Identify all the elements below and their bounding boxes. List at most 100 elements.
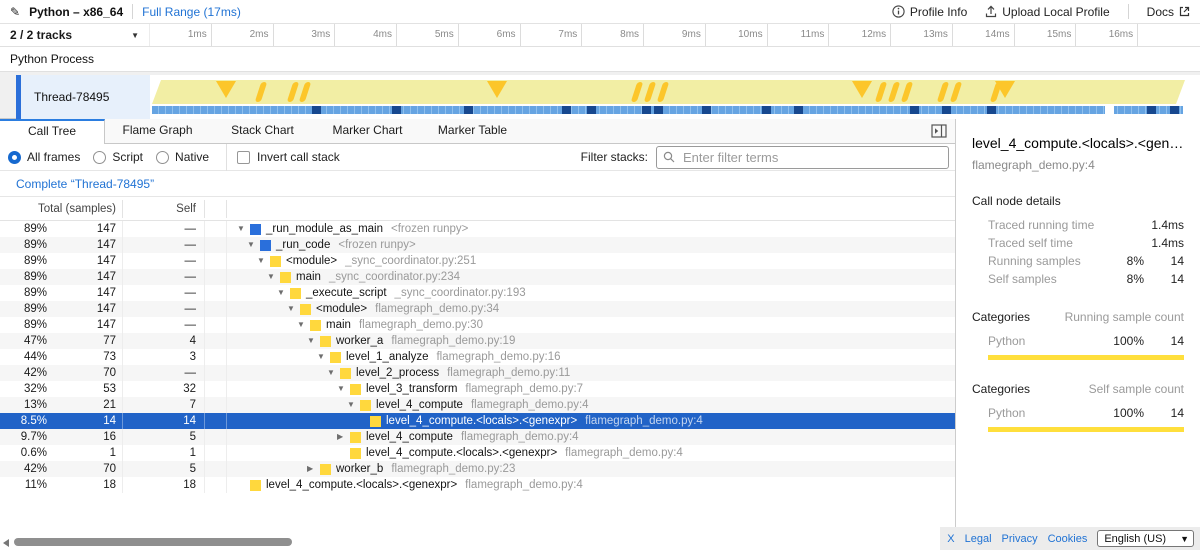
- function-name: worker_b: [336, 461, 383, 477]
- tab-marker-chart[interactable]: Marker Chart: [315, 119, 420, 143]
- expand-arrow-icon[interactable]: ▼: [277, 285, 290, 301]
- self-samples: —: [123, 253, 205, 269]
- tab-bar: Call TreeFlame GraphStack ChartMarker Ch…: [0, 119, 955, 144]
- call-tree-row[interactable]: 8.5%1414level_4_compute.<locals>.<genexp…: [0, 413, 955, 429]
- tab-flame-graph[interactable]: Flame Graph: [105, 119, 210, 143]
- call-tree-row[interactable]: 47%774▼worker_aflamegraph_demo.py:19: [0, 333, 955, 349]
- call-tree-row[interactable]: 89%147—▼<module>flamegraph_demo.py:34: [0, 301, 955, 317]
- thread-track-label[interactable]: Thread-78495: [21, 75, 150, 119]
- category-name: Python: [972, 334, 1102, 348]
- spacer-cell: [205, 381, 227, 397]
- full-range-link[interactable]: Full Range (17ms): [142, 5, 241, 19]
- call-tree-row[interactable]: 89%147—▼<module>_sync_coordinator.py:251: [0, 253, 955, 269]
- expand-arrow-icon[interactable]: ▼: [257, 253, 270, 269]
- category-square-icon: [310, 320, 321, 331]
- invert-label: Invert call stack: [257, 150, 340, 164]
- upload-profile-button[interactable]: Upload Local Profile: [985, 5, 1109, 19]
- total-samples: 147: [52, 285, 123, 301]
- call-tree-row[interactable]: 9.7%165▶level_4_computeflamegraph_demo.p…: [0, 429, 955, 445]
- category-percent: 100%: [1102, 334, 1144, 348]
- edit-pencil-icon[interactable]: ✎: [10, 5, 20, 19]
- call-tree-row[interactable]: 44%733▼level_1_analyzeflamegraph_demo.py…: [0, 349, 955, 365]
- invert-call-stack-toggle[interactable]: Invert call stack: [237, 150, 340, 164]
- samples-strip: [152, 106, 1183, 114]
- call-tree-row[interactable]: 42%705▶worker_bflamegraph_demo.py:23: [0, 461, 955, 477]
- radio-script[interactable]: Script: [93, 150, 143, 164]
- total-percent: 44%: [0, 349, 52, 365]
- tracks-dropdown-button[interactable]: 2 / 2 tracks ▼: [0, 24, 150, 46]
- total-samples: 147: [52, 317, 123, 333]
- category-square-icon: [320, 336, 331, 347]
- marker-triangle-icon[interactable]: [487, 81, 507, 98]
- self-header[interactable]: Self: [123, 200, 205, 218]
- self-samples: 1: [123, 445, 205, 461]
- call-tree-row[interactable]: 32%5332▼level_3_transformflamegraph_demo…: [0, 381, 955, 397]
- radio-icon[interactable]: [8, 151, 21, 164]
- breadcrumb-complete-thread-link[interactable]: Complete “Thread-78495”: [16, 177, 154, 191]
- horizontal-scrollbar-thumb[interactable]: [14, 538, 292, 546]
- spacer-cell: [205, 397, 227, 413]
- open-sidebar-button[interactable]: [931, 124, 947, 138]
- scroll-left-arrow[interactable]: [3, 539, 9, 547]
- expand-arrow-icon[interactable]: ▼: [337, 381, 350, 397]
- detail-value: 1.4ms: [1144, 218, 1184, 232]
- detail-row: Traced self time1.4ms: [972, 234, 1184, 252]
- call-tree-row[interactable]: 89%147—▼_run_module_as_main<frozen runpy…: [0, 221, 955, 237]
- invert-checkbox[interactable]: [237, 151, 250, 164]
- docs-label: Docs: [1147, 5, 1174, 19]
- expand-arrow-icon[interactable]: ▼: [237, 221, 250, 237]
- function-name: main: [326, 317, 351, 333]
- file-location: <frozen runpy>: [338, 237, 415, 253]
- expand-arrow-icon[interactable]: ▼: [287, 301, 300, 317]
- call-tree-row[interactable]: 11%1818level_4_compute.<locals>.<genexpr…: [0, 477, 955, 493]
- call-tree-row[interactable]: 89%147—▼mainflamegraph_demo.py:30: [0, 317, 955, 333]
- radio-icon[interactable]: [93, 151, 106, 164]
- call-tree-row[interactable]: 89%147—▼_run_code<frozen runpy>: [0, 237, 955, 253]
- total-percent: 11%: [0, 477, 52, 493]
- radio-all-frames[interactable]: All frames: [8, 150, 80, 164]
- radio-icon[interactable]: [156, 151, 169, 164]
- total-samples-header[interactable]: Total (samples): [0, 200, 123, 218]
- docs-link[interactable]: Docs: [1147, 5, 1190, 19]
- expand-arrow-icon[interactable]: ▶: [337, 429, 350, 445]
- radio-native[interactable]: Native: [156, 150, 209, 164]
- marker-triangle-icon[interactable]: [216, 81, 236, 98]
- footer-link-privacy[interactable]: Privacy: [1002, 533, 1038, 545]
- call-tree-row[interactable]: 89%147—▼main_sync_coordinator.py:234: [0, 269, 955, 285]
- function-name: level_4_compute.<locals>.<genexpr>: [266, 477, 457, 493]
- expand-arrow-icon[interactable]: ▼: [327, 365, 340, 381]
- marker-triangle-icon[interactable]: [852, 81, 872, 98]
- total-percent: 32%: [0, 381, 52, 397]
- call-tree-row[interactable]: 89%147—▼_execute_script_sync_coordinator…: [0, 285, 955, 301]
- tab-call-tree[interactable]: Call Tree: [0, 119, 105, 144]
- expand-arrow-icon[interactable]: ▼: [347, 397, 360, 413]
- call-tree-row[interactable]: 13%217▼level_4_computeflamegraph_demo.py…: [0, 397, 955, 413]
- expand-arrow-icon[interactable]: ▼: [267, 269, 280, 285]
- expand-arrow-icon[interactable]: ▼: [297, 317, 310, 333]
- footer-link-x[interactable]: X: [947, 533, 954, 545]
- filter-input[interactable]: [656, 146, 949, 169]
- spacer-cell: [205, 461, 227, 477]
- total-samples: 70: [52, 461, 123, 477]
- function-cell: ▼_execute_script_sync_coordinator.py:193: [227, 285, 955, 301]
- footer-link-cookies[interactable]: Cookies: [1048, 533, 1088, 545]
- profile-info-button[interactable]: Profile Info: [892, 5, 967, 19]
- ruler-tick: 9ms: [644, 24, 706, 46]
- call-tree-row[interactable]: 0.6%11level_4_compute.<locals>.<genexpr>…: [0, 445, 955, 461]
- expand-arrow-icon[interactable]: ▼: [317, 349, 330, 365]
- tab-marker-table[interactable]: Marker Table: [420, 119, 525, 143]
- language-select[interactable]: English (US) ▼: [1097, 530, 1194, 547]
- category-square-icon: [250, 480, 261, 491]
- process-track-header[interactable]: Python Process: [0, 47, 1200, 72]
- tab-stack-chart[interactable]: Stack Chart: [210, 119, 315, 143]
- footer-link-legal[interactable]: Legal: [965, 533, 992, 545]
- expand-arrow-icon[interactable]: ▼: [307, 333, 320, 349]
- expand-arrow-icon[interactable]: ▼: [247, 237, 260, 253]
- category-square-icon: [260, 240, 271, 251]
- thread-activity-canvas[interactable]: [150, 75, 1200, 119]
- timeline-ruler[interactable]: 1ms2ms3ms4ms5ms6ms7ms8ms9ms10ms11ms12ms1…: [150, 24, 1200, 46]
- total-percent: 0.6%: [0, 445, 52, 461]
- total-percent: 89%: [0, 285, 52, 301]
- expand-arrow-icon[interactable]: ▶: [307, 461, 320, 477]
- call-tree-row[interactable]: 42%70—▼level_2_processflamegraph_demo.py…: [0, 365, 955, 381]
